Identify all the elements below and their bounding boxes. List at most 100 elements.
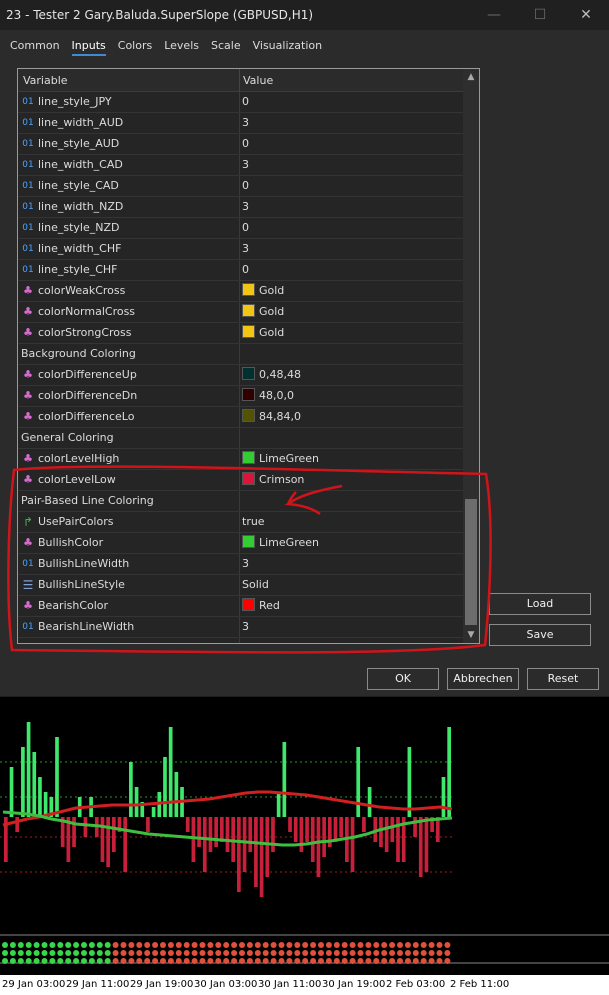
variable-cell[interactable]: ♣ BullishColor — [18, 533, 240, 553]
input-row[interactable]: ♣ BearishColor Red — [18, 596, 463, 617]
input-row[interactable]: ♣ colorDifferenceDn 48,0,0 — [18, 386, 463, 407]
input-row[interactable]: ↱ UsePairColors true — [18, 512, 463, 533]
variable-cell[interactable]: 01 line_width_CAD — [18, 155, 240, 175]
variable-cell[interactable]: ♣ BearishColor — [18, 596, 240, 616]
variable-cell[interactable]: 01 line_width_CHF — [18, 239, 240, 259]
input-row[interactable]: 01 line_style_JPY 0 — [18, 92, 463, 113]
variable-cell[interactable]: 01 line_width_NZD — [18, 197, 240, 217]
variable-cell[interactable]: ♣ colorLevelHigh — [18, 449, 240, 469]
input-row[interactable]: 01 line_width_AUD 3 — [18, 113, 463, 134]
tab-scale[interactable]: Scale — [211, 38, 247, 58]
value-cell[interactable]: 3 — [242, 554, 249, 574]
tab-levels[interactable]: Levels — [164, 38, 205, 58]
tab-common[interactable]: Common — [10, 38, 66, 58]
input-row[interactable]: ♣ colorWeakCross Gold — [18, 281, 463, 302]
tab-visualization[interactable]: Visualization — [253, 38, 328, 58]
input-row[interactable]: 01 line_width_CAD 3 — [18, 155, 463, 176]
value-cell[interactable]: Red — [242, 596, 280, 616]
variable-cell[interactable]: General Coloring — [18, 428, 240, 448]
variable-cell[interactable]: 01 line_style_CHF — [18, 260, 240, 280]
value-cell[interactable]: Gold — [242, 323, 284, 343]
variable-cell[interactable]: 01 line_style_AUD — [18, 134, 240, 154]
group-header-row[interactable]: Background Coloring — [18, 344, 463, 365]
value-cell[interactable]: 3 — [242, 197, 249, 217]
input-row[interactable]: ♣ colorDifferenceLo 84,84,0 — [18, 407, 463, 428]
input-row[interactable]: 01 line_style_NZD 0 — [18, 218, 463, 239]
load-button[interactable]: Load — [489, 593, 591, 615]
variable-cell[interactable]: 01 line_style_JPY — [18, 92, 240, 112]
value-cell[interactable]: 0,48,48 — [242, 365, 301, 385]
value-cell[interactable]: Crimson — [242, 470, 304, 490]
maximize-icon[interactable]: ☐ — [517, 0, 563, 30]
variable-cell[interactable]: ☰ BullishLineStyle — [18, 575, 240, 595]
value-cell[interactable]: 3 — [242, 617, 249, 637]
variable-cell[interactable]: ♣ colorDifferenceUp — [18, 365, 240, 385]
variable-cell[interactable]: 01 line_width_AUD — [18, 113, 240, 133]
value-cell[interactable]: 48,0,0 — [242, 386, 294, 406]
input-row[interactable]: ☰BearishLineStyleSolid — [18, 638, 463, 643]
input-row[interactable]: ♣ colorLevelLow Crimson — [18, 470, 463, 491]
scroll-down-icon[interactable]: ▼ — [463, 627, 479, 643]
group-header-row[interactable]: Pair-Based Line Coloring — [18, 491, 463, 512]
ok-button[interactable]: OK — [367, 668, 439, 690]
close-icon[interactable]: ✕ — [563, 0, 609, 30]
variable-cell[interactable]: 01 line_style_CAD — [18, 176, 240, 196]
variable-cell[interactable]: 01 line_style_NZD — [18, 218, 240, 238]
input-row[interactable]: 01 line_style_CAD 0 — [18, 176, 463, 197]
chart-canvas[interactable] — [0, 697, 609, 975]
value-cell[interactable]: Gold — [242, 281, 284, 301]
value-cell[interactable]: Solid — [242, 575, 269, 595]
variable-cell[interactable]: ♣ colorStrongCross — [18, 323, 240, 343]
variable-cell[interactable]: ☰BearishLineStyle — [18, 638, 240, 643]
variable-cell[interactable]: Pair-Based Line Coloring — [18, 491, 240, 511]
input-row[interactable]: ♣ colorNormalCross Gold — [18, 302, 463, 323]
value-cell[interactable]: 0 — [242, 260, 249, 280]
value-cell[interactable]: true — [242, 512, 265, 532]
input-row[interactable]: ♣ colorStrongCross Gold — [18, 323, 463, 344]
variable-cell[interactable]: ↱ UsePairColors — [18, 512, 240, 532]
value-cell[interactable]: LimeGreen — [242, 533, 319, 553]
input-row[interactable]: ♣ BullishColor LimeGreen — [18, 533, 463, 554]
input-row[interactable]: 01 line_width_NZD 3 — [18, 197, 463, 218]
value-cell[interactable]: Solid — [242, 638, 269, 643]
input-row[interactable]: 01 BullishLineWidth 3 — [18, 554, 463, 575]
variable-cell[interactable]: 01 BearishLineWidth — [18, 617, 240, 637]
column-header-value[interactable]: Value — [243, 74, 273, 87]
value-cell[interactable]: 0 — [242, 176, 249, 196]
scroll-thumb[interactable] — [465, 499, 477, 625]
tab-inputs[interactable]: Inputs — [71, 38, 112, 58]
variable-cell[interactable]: ♣ colorLevelLow — [18, 470, 240, 490]
input-row[interactable]: 01 BearishLineWidth 3 — [18, 617, 463, 638]
variable-cell[interactable]: ♣ colorDifferenceDn — [18, 386, 240, 406]
input-row[interactable]: ♣ colorLevelHigh LimeGreen — [18, 449, 463, 470]
input-row[interactable]: 01 line_style_AUD 0 — [18, 134, 463, 155]
vertical-scrollbar[interactable]: ▲ ▼ — [463, 69, 479, 643]
input-row[interactable]: 01 line_width_CHF 3 — [18, 239, 463, 260]
minimize-icon[interactable]: — — [471, 0, 517, 30]
save-button[interactable]: Save — [489, 624, 591, 646]
value-cell[interactable]: 3 — [242, 155, 249, 175]
scroll-up-icon[interactable]: ▲ — [463, 69, 479, 85]
column-header-variable[interactable]: Variable — [23, 74, 68, 87]
value-cell[interactable]: Gold — [242, 302, 284, 322]
value-cell[interactable]: 0 — [242, 92, 249, 112]
variable-cell[interactable]: ♣ colorWeakCross — [18, 281, 240, 301]
tab-colors[interactable]: Colors — [118, 38, 158, 58]
cancel-button[interactable]: Abbrechen — [447, 668, 519, 690]
input-row[interactable]: 01 line_style_CHF 0 — [18, 260, 463, 281]
variable-cell[interactable]: Background Coloring — [18, 344, 240, 364]
input-row[interactable]: ♣ colorDifferenceUp 0,48,48 — [18, 365, 463, 386]
variable-cell[interactable]: 01 BullishLineWidth — [18, 554, 240, 574]
value-cell[interactable]: 84,84,0 — [242, 407, 301, 427]
variable-cell[interactable]: ♣ colorNormalCross — [18, 302, 240, 322]
value-cell[interactable]: 0 — [242, 134, 249, 154]
value-cell[interactable]: 3 — [242, 113, 249, 133]
column-divider[interactable] — [239, 69, 240, 91]
reset-button[interactable]: Reset — [527, 668, 599, 690]
group-header-row[interactable]: General Coloring — [18, 428, 463, 449]
input-row[interactable]: ☰ BullishLineStyle Solid — [18, 575, 463, 596]
value-cell[interactable]: LimeGreen — [242, 449, 319, 469]
variable-cell[interactable]: ♣ colorDifferenceLo — [18, 407, 240, 427]
value-cell[interactable]: 3 — [242, 239, 249, 259]
value-cell[interactable]: 0 — [242, 218, 249, 238]
